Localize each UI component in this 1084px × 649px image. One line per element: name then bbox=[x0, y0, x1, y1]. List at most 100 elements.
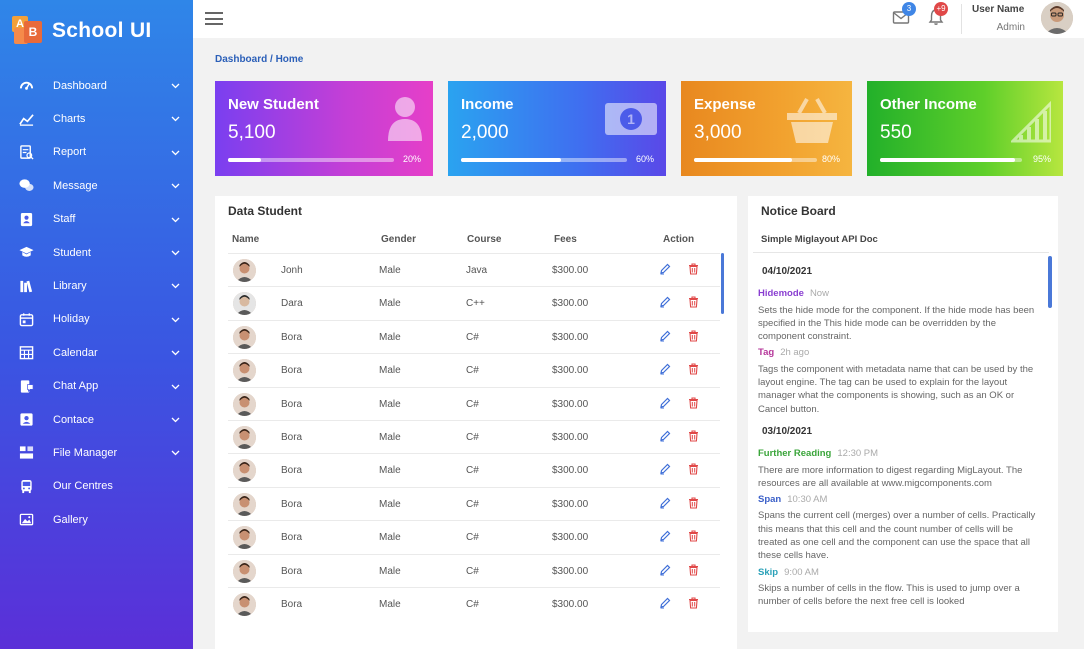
table-row[interactable]: Dara Male C++ $300.00 bbox=[228, 286, 720, 319]
edit-icon[interactable] bbox=[659, 263, 671, 278]
bell-icon[interactable]: +9 bbox=[927, 2, 948, 31]
sidebar-item-contace[interactable]: Contace bbox=[0, 403, 193, 436]
chevron-down-icon[interactable] bbox=[171, 214, 180, 226]
delete-icon[interactable] bbox=[688, 363, 699, 378]
card-income[interactable]: Income 2,000 60% 1 bbox=[448, 81, 666, 176]
sidebar-item-label: Staff bbox=[53, 213, 76, 226]
delete-icon[interactable] bbox=[688, 296, 699, 311]
table-row[interactable]: Bora Male C# $300.00 bbox=[228, 386, 720, 420]
sidebar-item-label: Chat App bbox=[53, 380, 99, 393]
delete-icon[interactable] bbox=[688, 497, 699, 512]
notice-text: Sets the hide mode for the component. If… bbox=[758, 304, 1035, 343]
card-progress-fill bbox=[880, 158, 1015, 162]
delete-icon[interactable] bbox=[688, 597, 699, 612]
table-row[interactable]: Bora Male C# $300.00 bbox=[228, 486, 720, 520]
sidebar-item-calendar[interactable]: Calendar bbox=[0, 336, 193, 369]
edit-icon[interactable] bbox=[659, 564, 671, 579]
notice-item-title[interactable]: Skip 9:00 AM bbox=[758, 566, 1038, 579]
breadcrumb[interactable]: Dashboard / Home bbox=[215, 54, 303, 65]
user-role: Admin bbox=[996, 22, 1025, 33]
chevron-down-icon[interactable] bbox=[171, 414, 180, 426]
table-row[interactable]: Bora Male C# $300.00 bbox=[228, 453, 720, 486]
delete-icon[interactable] bbox=[688, 563, 699, 579]
card-other-income[interactable]: Other Income 550 95% bbox=[867, 81, 1063, 176]
column-header-name[interactable]: Name bbox=[232, 234, 259, 245]
table-scrollbar[interactable] bbox=[721, 253, 724, 314]
notice-list: 04/10/2021 Hidemode Now Sets the hide mode … bbox=[758, 256, 1038, 609]
chevron-down-icon[interactable] bbox=[171, 180, 180, 192]
chevron-down-icon[interactable] bbox=[171, 80, 180, 92]
column-header-gender[interactable]: Gender bbox=[381, 234, 416, 245]
student-fees: $300.00 bbox=[552, 465, 589, 477]
header-divider bbox=[961, 4, 962, 34]
chevron-down-icon[interactable] bbox=[171, 280, 180, 292]
delete-icon[interactable] bbox=[688, 263, 699, 278]
table-row[interactable]: Bora Male C# $300.00 bbox=[228, 553, 720, 587]
sidebar-item-library[interactable]: Library bbox=[0, 269, 193, 302]
table-row[interactable]: Bora Male C# $300.00 bbox=[228, 319, 720, 353]
column-header-course[interactable]: Course bbox=[467, 234, 501, 245]
sidebar-item-report[interactable]: Report bbox=[0, 136, 193, 169]
chevron-down-icon[interactable] bbox=[171, 347, 180, 359]
sidebar-item-dashboard[interactable]: Dashboard bbox=[0, 69, 193, 102]
edit-icon[interactable] bbox=[659, 430, 671, 445]
table-row[interactable]: Bora Male C# $300.00 bbox=[228, 419, 720, 453]
panel-title: Data Student bbox=[228, 204, 303, 218]
holiday-icon bbox=[19, 312, 34, 327]
notice-item-title[interactable]: Span 10:30 AM bbox=[758, 493, 1038, 506]
logo: AB School UI bbox=[0, 0, 193, 62]
delete-icon[interactable] bbox=[688, 397, 699, 412]
sidebar-item-chat-app[interactable]: Chat App bbox=[0, 370, 193, 403]
sidebar-item-file-manager[interactable]: File Manager bbox=[0, 436, 193, 469]
table-row[interactable]: Bora Male C# $300.00 bbox=[228, 586, 720, 620]
notice-date: 04/10/2021 bbox=[762, 266, 813, 277]
edit-icon[interactable] bbox=[659, 463, 671, 478]
chevron-down-icon[interactable] bbox=[171, 247, 180, 259]
student-name: Bora bbox=[281, 565, 303, 577]
notice-item-title[interactable]: Hidemode Now bbox=[758, 287, 1038, 300]
notice-title-text: Further Reading bbox=[758, 448, 832, 460]
notice-item-title[interactable]: Further Reading 12:30 PM bbox=[758, 447, 1038, 460]
chevron-down-icon[interactable] bbox=[171, 147, 180, 159]
notice-scrollbar[interactable] bbox=[1048, 256, 1052, 308]
sidebar-item-our-centres[interactable]: Our Centres bbox=[0, 470, 193, 503]
student-avatar bbox=[233, 592, 256, 616]
edit-icon[interactable] bbox=[659, 397, 671, 412]
user-avatar[interactable] bbox=[1041, 2, 1073, 34]
card-progress-fill bbox=[694, 158, 793, 162]
staff-icon bbox=[19, 212, 34, 227]
chevron-down-icon[interactable] bbox=[171, 381, 180, 393]
chevron-down-icon[interactable] bbox=[171, 447, 180, 459]
edit-icon[interactable] bbox=[659, 296, 671, 311]
edit-icon[interactable] bbox=[659, 330, 671, 345]
sidebar-item-charts[interactable]: Charts bbox=[0, 102, 193, 135]
student-avatar bbox=[233, 425, 256, 449]
table-row[interactable]: Jonh Male Java $300.00 bbox=[228, 253, 720, 286]
sidebar-item-message[interactable]: Message bbox=[0, 169, 193, 202]
edit-icon[interactable] bbox=[659, 363, 671, 378]
student-avatar bbox=[233, 325, 256, 349]
sidebar-item-holiday[interactable]: Holiday bbox=[0, 303, 193, 336]
table-row[interactable]: Bora Male C# $300.00 bbox=[228, 353, 720, 386]
delete-icon[interactable] bbox=[688, 530, 699, 545]
table-row[interactable]: Bora Male C# $300.00 bbox=[228, 520, 720, 553]
delete-icon[interactable] bbox=[688, 463, 699, 478]
edit-icon[interactable] bbox=[659, 530, 671, 545]
sidebar-item-student[interactable]: Student bbox=[0, 236, 193, 269]
card-new-student[interactable]: New Student 5,100 20% bbox=[215, 81, 433, 176]
student-name: Bora bbox=[281, 498, 303, 510]
sidebar-item-staff[interactable]: Staff bbox=[0, 203, 193, 236]
chevron-down-icon[interactable] bbox=[171, 314, 180, 326]
card-expense[interactable]: Expense 3,000 80% bbox=[681, 81, 852, 176]
column-header-fees[interactable]: Fees bbox=[554, 234, 577, 245]
hamburger-menu-icon[interactable] bbox=[205, 12, 223, 25]
sidebar-item-gallery[interactable]: Gallery bbox=[0, 503, 193, 536]
edit-icon[interactable] bbox=[659, 597, 671, 612]
delete-icon[interactable] bbox=[688, 330, 699, 345]
mail-icon[interactable]: 3 bbox=[892, 2, 916, 31]
student-fees: $300.00 bbox=[552, 398, 589, 410]
notice-item-title[interactable]: Tag 2h ago bbox=[758, 346, 1038, 359]
delete-icon[interactable] bbox=[688, 430, 699, 445]
edit-icon[interactable] bbox=[659, 497, 671, 512]
chevron-down-icon[interactable] bbox=[171, 113, 180, 125]
